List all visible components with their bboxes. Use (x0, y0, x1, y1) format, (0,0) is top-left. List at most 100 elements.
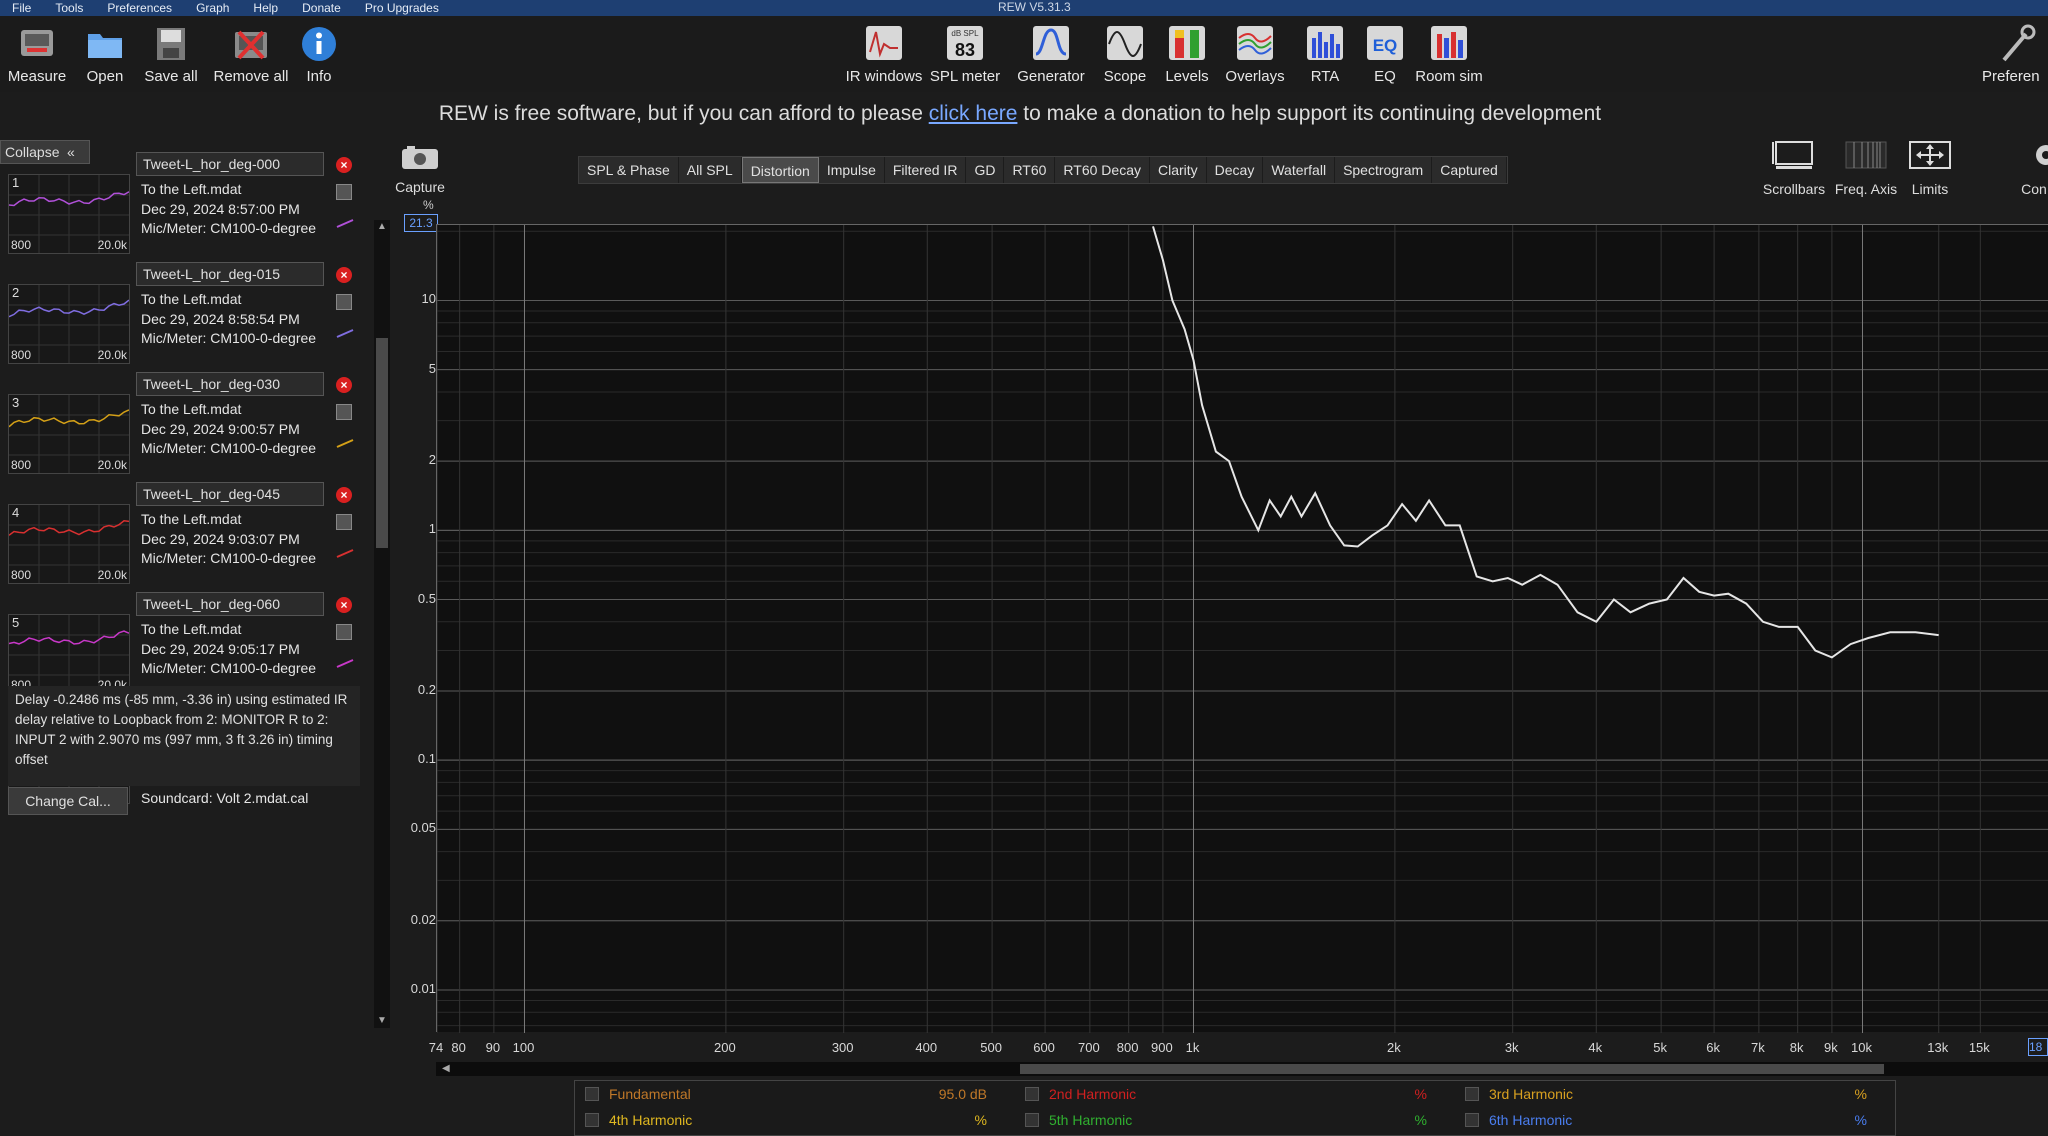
limits-label: Limits (1911, 181, 1949, 197)
measurement-name-field[interactable]: Tweet-L_hor_deg-045 (136, 482, 324, 506)
menu-file[interactable]: File (0, 0, 43, 16)
capture-button[interactable]: Capture (394, 146, 446, 195)
overlays-button[interactable]: Overlays (1216, 24, 1294, 85)
legend-item[interactable]: Fundamental 95.0 dB (575, 1083, 995, 1105)
tab-filtered-ir[interactable]: Filtered IR (885, 157, 967, 183)
tab-distortion[interactable]: Distortion (741, 157, 819, 183)
measurement-name-field[interactable]: Tweet-L_hor_deg-060 (136, 592, 324, 616)
measurement-number: 5 (12, 615, 20, 630)
menu-graph[interactable]: Graph (184, 0, 241, 16)
measurement-thumbnail[interactable]: 4 800 20.0k (8, 504, 130, 584)
info-button[interactable]: Info (280, 24, 358, 85)
donate-link[interactable]: click here (929, 102, 1018, 125)
measurement-item[interactable]: 4 800 20.0k Tweet-L_hor_deg-045 × To the Left… (0, 470, 364, 584)
tab-rt60-decay[interactable]: RT60 Decay (1055, 157, 1150, 183)
trace-color-icon[interactable] (336, 438, 354, 448)
tab-captured[interactable]: Captured (1432, 157, 1507, 183)
tab-rt60[interactable]: RT60 (1004, 157, 1056, 183)
x-tick-label: 10k (1851, 1040, 1872, 1055)
measurement-item[interactable]: 5 800 20.0k Tweet-L_hor_deg-060 × To the Left… (0, 580, 364, 694)
legend-item[interactable]: 5th Harmonic% (1015, 1109, 1435, 1131)
tab-decay[interactable]: Decay (1207, 157, 1264, 183)
legend-item[interactable]: 6th Harmonic% (1455, 1109, 1875, 1131)
measurement-item[interactable]: 2 800 20.0k Tweet-L_hor_deg-015 × To the Left… (0, 250, 364, 364)
trace-color-icon[interactable] (336, 658, 354, 668)
measurement-number: 1 (12, 175, 20, 190)
remove-measurement-icon[interactable]: × (336, 487, 352, 503)
scrollbars-button[interactable]: Scrollbars (1754, 140, 1834, 197)
menu-help[interactable]: Help (241, 0, 290, 16)
remove-measurement-icon[interactable]: × (336, 267, 352, 283)
edit-notes-icon[interactable] (336, 294, 352, 310)
preferences-button[interactable]: Preferen (1982, 24, 2048, 85)
legend-checkbox[interactable] (1025, 1113, 1039, 1127)
legend-checkbox[interactable] (585, 1087, 599, 1101)
scroll-up-arrow-icon[interactable]: ▲ (374, 220, 390, 234)
menu-donate[interactable]: Donate (290, 0, 353, 16)
remove-measurement-icon[interactable]: × (336, 157, 352, 173)
legend-checkbox[interactable] (1025, 1087, 1039, 1101)
trace-color-icon[interactable] (336, 548, 354, 558)
tab-gd[interactable]: GD (966, 157, 1005, 183)
tab-waterfall[interactable]: Waterfall (1263, 157, 1336, 183)
x-tick-label: 4k (1588, 1040, 1603, 1055)
edit-notes-icon[interactable] (336, 514, 352, 530)
remove-all-button[interactable]: Remove all (212, 24, 290, 85)
remove-measurement-icon[interactable]: × (336, 597, 352, 613)
trace-color-icon[interactable] (336, 328, 354, 338)
scroll-down-arrow-icon[interactable]: ▼ (374, 1014, 390, 1028)
tab-all-spl[interactable]: All SPL (679, 157, 742, 183)
menu-pro-upgrades[interactable]: Pro Upgrades (353, 0, 451, 16)
controls-button[interactable]: Con (2000, 140, 2048, 197)
scroll-left-arrow-icon[interactable]: ◀ (442, 1062, 450, 1076)
generator-button[interactable]: Generator (1012, 24, 1090, 85)
legend-checkbox[interactable] (1465, 1087, 1479, 1101)
levels-button[interactable]: Levels (1148, 24, 1226, 85)
legend-value: % (1414, 1086, 1427, 1102)
limits-button[interactable]: Limits (1890, 140, 1970, 197)
measurement-file: To the Left.mdat (141, 291, 242, 307)
remove-measurement-icon[interactable]: × (336, 377, 352, 393)
tab-spl-phase[interactable]: SPL & Phase (579, 157, 679, 183)
save-all-button[interactable]: Save all (132, 24, 210, 85)
tab-impulse[interactable]: Impulse (819, 157, 885, 183)
edit-notes-icon[interactable] (336, 184, 352, 200)
eq-icon: EQ (1367, 26, 1403, 60)
measurement-thumbnail[interactable]: 1 800 20.0k (8, 174, 130, 254)
tab-clarity[interactable]: Clarity (1150, 157, 1207, 183)
menu-preferences[interactable]: Preferences (95, 0, 184, 16)
measurement-thumbnail[interactable]: 5 800 20.0k (8, 614, 130, 694)
scrollbars-label: Scrollbars (1762, 181, 1826, 197)
measurement-list-scrollbar[interactable]: ▲ ▼ (374, 220, 390, 1028)
y-axis-max-box[interactable]: 21.3 (404, 214, 438, 232)
menu-tools[interactable]: Tools (43, 0, 95, 16)
legend-item[interactable]: 3rd Harmonic% (1455, 1083, 1875, 1105)
measurement-name-field[interactable]: Tweet-L_hor_deg-030 (136, 372, 324, 396)
measurement-name-field[interactable]: Tweet-L_hor_deg-000 (136, 152, 324, 176)
measurement-thumbnail[interactable]: 2 800 20.0k (8, 284, 130, 364)
legend-item[interactable]: 2nd Harmonic% (1015, 1083, 1435, 1105)
change-cal-button[interactable]: Change Cal... (8, 787, 128, 815)
horizontal-scrollbar[interactable]: ◀ (436, 1062, 2048, 1076)
trace-color-icon[interactable] (336, 218, 354, 228)
legend-checkbox[interactable] (585, 1113, 599, 1127)
spl-meter-icon: dB SPL 83 (947, 26, 983, 60)
legend-checkbox[interactable] (1465, 1113, 1479, 1127)
measure-button[interactable]: Measure (0, 24, 76, 85)
room-sim-button[interactable]: Room sim (1410, 24, 1488, 85)
distortion-plot[interactable] (436, 224, 2048, 1033)
spl-meter-button[interactable]: dB SPL 83 SPL meter (926, 24, 1004, 85)
edit-notes-icon[interactable] (336, 624, 352, 640)
measurement-item[interactable]: 1 800 20.0k Tweet-L_hor_deg-000 × To the Left… (0, 140, 364, 254)
ir-windows-button[interactable]: IR windows (845, 24, 923, 85)
measurement-info: To the Left.mdat Dec 29, 2024 8:57:00 PM M… (141, 180, 325, 239)
edit-notes-icon[interactable] (336, 404, 352, 420)
tab-spectrogram[interactable]: Spectrogram (1335, 157, 1433, 183)
measurement-name-field[interactable]: Tweet-L_hor_deg-015 (136, 262, 324, 286)
legend-item[interactable]: 4th Harmonic% (575, 1109, 995, 1131)
x-axis-max-box[interactable]: 18 (2028, 1038, 2048, 1056)
scrollbar-thumb[interactable] (376, 338, 388, 548)
measurement-thumbnail[interactable]: 3 800 20.0k (8, 394, 130, 474)
measurement-item[interactable]: 3 800 20.0k Tweet-L_hor_deg-030 × To the Left… (0, 360, 364, 474)
horizontal-scrollbar-thumb[interactable] (1020, 1064, 1884, 1074)
